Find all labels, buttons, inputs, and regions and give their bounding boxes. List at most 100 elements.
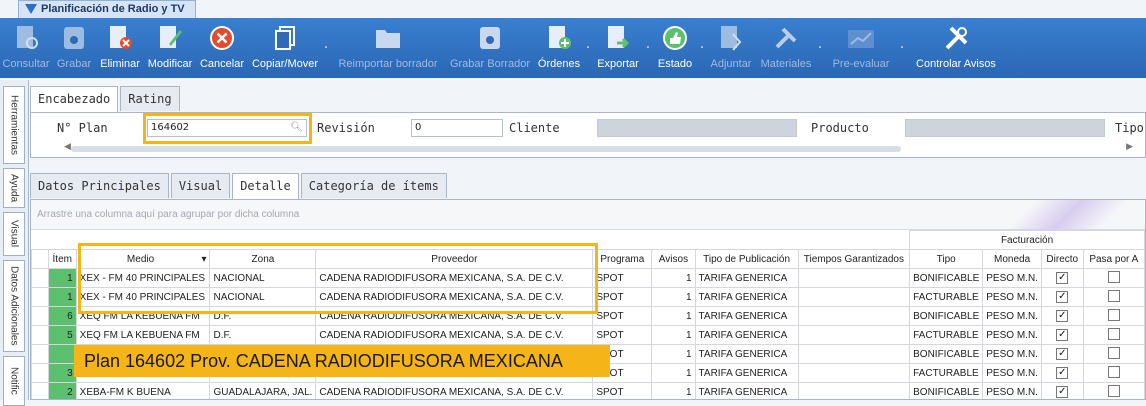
- row-selector[interactable]: [31, 268, 49, 288]
- checkbox[interactable]: [1107, 327, 1120, 340]
- cell-tipo[interactable]: BONIFICABLE: [909, 268, 984, 288]
- checkbox[interactable]: [1107, 308, 1120, 321]
- producto-input[interactable]: [905, 119, 1105, 137]
- cell-directo[interactable]: ✓: [1040, 306, 1084, 326]
- col-moneda[interactable]: Moneda: [982, 249, 1042, 269]
- checkbox[interactable]: [1107, 270, 1120, 283]
- cell-directo[interactable]: ✓: [1040, 268, 1084, 288]
- cell-directo[interactable]: ✓: [1040, 325, 1084, 345]
- side-tab-ayuda[interactable]: Ayuda: [3, 168, 25, 208]
- cell-tipo[interactable]: BONIFICABLE: [909, 344, 984, 364]
- tab-encabezado[interactable]: Encabezado: [30, 86, 119, 113]
- cell-tipo_pub[interactable]: TARIFA GENERICA: [694, 363, 799, 383]
- row-selector[interactable]: [31, 287, 49, 307]
- checkbox[interactable]: ✓: [1056, 272, 1069, 284]
- exportar-button[interactable]: Exportar: [592, 18, 644, 78]
- cell-zona[interactable]: D.F.: [209, 325, 317, 345]
- cell-pasa-por[interactable]: [1082, 382, 1145, 399]
- cell-pasa-por[interactable]: [1082, 287, 1145, 307]
- controlar-avisos-button[interactable]: Controlar Avisos: [906, 18, 1006, 78]
- cell-avisos[interactable]: 1: [651, 344, 696, 364]
- col-item[interactable]: Ítem: [47, 249, 77, 269]
- cell-directo[interactable]: ✓: [1040, 382, 1084, 399]
- tab-detalle[interactable]: Detalle: [232, 173, 299, 200]
- scroll-left-icon[interactable]: ◀: [64, 142, 71, 152]
- checkbox[interactable]: ✓: [1056, 310, 1069, 322]
- cell-avisos[interactable]: 1: [651, 268, 696, 288]
- row-selector[interactable]: [31, 363, 49, 383]
- materiales-button[interactable]: Materiales: [756, 18, 816, 78]
- cell-directo[interactable]: ✓: [1040, 363, 1084, 383]
- cell-tipo[interactable]: BONIFICABLE: [909, 306, 984, 326]
- estado-button[interactable]: Estado: [652, 18, 698, 78]
- cell-programa[interactable]: SPOT: [592, 268, 653, 288]
- side-tab-herramientas[interactable]: Herramientas: [3, 86, 25, 164]
- cell-tiempos-garantizados[interactable]: [797, 287, 911, 307]
- col-pasa-por[interactable]: Pasa por A: [1082, 249, 1145, 269]
- row-selector[interactable]: [31, 382, 49, 399]
- col-tipo[interactable]: Tipo: [909, 249, 984, 269]
- cell-tipo_pub[interactable]: TARIFA GENERICA: [694, 287, 799, 307]
- checkbox[interactable]: ✓: [1056, 329, 1069, 341]
- grabar-button[interactable]: Grabar: [52, 18, 96, 78]
- col-directo[interactable]: Directo: [1040, 249, 1084, 269]
- tab-rating[interactable]: Rating: [120, 86, 180, 111]
- tab-datos-principales[interactable]: Datos Principales: [30, 173, 169, 198]
- cell-item[interactable]: 1: [47, 268, 77, 288]
- side-tab-visual[interactable]: Visual: [3, 212, 25, 256]
- cell-tipo[interactable]: FACTURABLE: [909, 325, 984, 345]
- checkbox[interactable]: ✓: [1056, 291, 1069, 303]
- cell-avisos[interactable]: 1: [651, 382, 696, 399]
- col-avisos[interactable]: Avisos: [651, 249, 696, 269]
- cell-tiempos-garantizados[interactable]: [797, 268, 911, 288]
- grabar-borrador-button[interactable]: Grabar Borrador: [446, 18, 534, 78]
- cell-tipo[interactable]: FACTURABLE: [909, 287, 984, 307]
- reimportar-borrador-button[interactable]: Reimportar borrador: [330, 18, 446, 78]
- cell-item[interactable]: 6: [47, 306, 77, 326]
- cell-proveedor[interactable]: CADENA RADIODIFUSORA MEXICANA, S.A. DE C…: [315, 325, 594, 345]
- col-tipo-publicacion[interactable]: Tipo de Publicación: [694, 249, 799, 269]
- cell-tiempos-garantizados[interactable]: [797, 382, 911, 399]
- cell-programa[interactable]: SPOT: [592, 382, 653, 399]
- cell-zona[interactable]: GUADALAJARA, JAL.: [209, 382, 317, 399]
- tab-visual[interactable]: Visual: [170, 173, 231, 198]
- row-selector[interactable]: [31, 344, 49, 364]
- cell-pasa-por[interactable]: [1082, 268, 1145, 288]
- cell-tipo[interactable]: BONIFICABLE: [909, 382, 984, 399]
- cliente-input[interactable]: [597, 119, 797, 137]
- tab-categoria-items[interactable]: Categoría de ítems: [300, 173, 447, 198]
- checkbox[interactable]: ✓: [1056, 348, 1069, 360]
- cell-item[interactable]: 1: [47, 287, 77, 307]
- horizontal-scrollbar[interactable]: [71, 146, 901, 152]
- cell-item[interactable]: 3: [47, 363, 77, 383]
- cancelar-button[interactable]: Cancelar: [196, 18, 248, 78]
- scroll-right-icon[interactable]: ▶: [1126, 142, 1133, 152]
- pre-evaluar-button[interactable]: Pre-evaluar: [824, 18, 898, 78]
- cell-item[interactable]: 5: [47, 325, 77, 345]
- cell-medio[interactable]: XEBA-FM K BUENA: [75, 382, 211, 399]
- cell-avisos[interactable]: 1: [651, 363, 696, 383]
- checkbox[interactable]: [1107, 365, 1120, 378]
- cell-tipo[interactable]: FACTURABLE: [909, 363, 984, 383]
- table-row[interactable]: 2 XEBA-FM K BUENA GUADALAJARA, JAL. CADENA …: [31, 382, 1145, 399]
- cell-tiempos-garantizados[interactable]: [797, 344, 911, 364]
- cell-tipo_pub[interactable]: TARIFA GENERICA: [694, 344, 799, 364]
- cell-moneda[interactable]: PESO M.N.: [982, 344, 1042, 364]
- checkbox[interactable]: [1107, 384, 1120, 397]
- group-by-area[interactable]: Arrastre una columna aquí para agrupar p…: [31, 200, 1145, 230]
- consultar-button[interactable]: Consultar: [0, 18, 52, 78]
- row-selector[interactable]: [31, 306, 49, 326]
- cell-tipo_pub[interactable]: TARIFA GENERICA: [694, 325, 799, 345]
- table-row[interactable]: 5 XEQ FM LA KEBUENA FM D.F. CADENA RADIODIF…: [31, 325, 1145, 345]
- cell-tipo_pub[interactable]: TARIFA GENERICA: [694, 382, 799, 399]
- cell-pasa-por[interactable]: [1082, 325, 1145, 345]
- adjuntar-button[interactable]: Adjuntar: [706, 18, 756, 78]
- cell-moneda[interactable]: PESO M.N.: [982, 268, 1042, 288]
- cell-programa[interactable]: SPOT: [592, 287, 653, 307]
- cell-tiempos-garantizados[interactable]: [797, 363, 911, 383]
- cell-proveedor[interactable]: CADENA RADIODIFUSORA MEXICANA, S.A. DE C…: [315, 382, 594, 399]
- cell-moneda[interactable]: PESO M.N.: [982, 325, 1042, 345]
- eliminar-button[interactable]: Eliminar: [96, 18, 144, 78]
- cell-moneda[interactable]: PESO M.N.: [982, 363, 1042, 383]
- cell-tipo_pub[interactable]: TARIFA GENERICA: [694, 268, 799, 288]
